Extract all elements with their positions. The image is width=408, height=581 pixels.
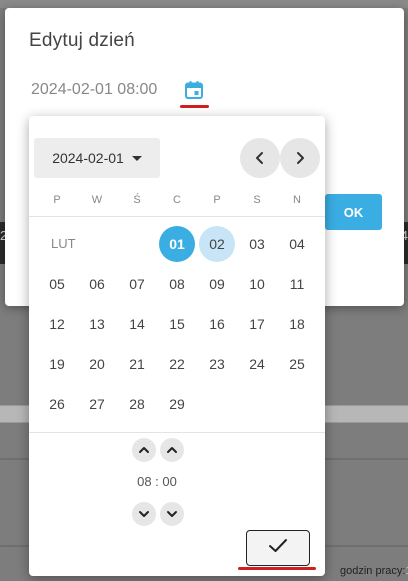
day-cell[interactable]: 28 — [119, 386, 155, 422]
weekday-label: P — [53, 194, 61, 206]
background-header — [0, 0, 408, 8]
day-cell[interactable]: 29 — [159, 386, 195, 422]
chevron-right-icon[interactable] — [280, 138, 320, 178]
day-cell[interactable]: 14 — [119, 306, 155, 342]
status-label: godzin pracy: — [340, 565, 406, 577]
day-cell[interactable]: 01 — [159, 226, 195, 262]
weekday-label: S — [253, 194, 261, 206]
weekday-label: N — [293, 194, 301, 206]
dialog-title: Edytuj dzień — [29, 30, 135, 51]
background-status: godzin pracy:134 — [340, 565, 408, 577]
divider — [29, 432, 325, 433]
weekday-label: Ś — [133, 194, 141, 206]
day-cell[interactable]: 05 — [39, 266, 75, 302]
day-cell[interactable]: 07 — [119, 266, 155, 302]
chevron-left-icon[interactable] — [240, 138, 280, 178]
day-cell[interactable]: 09 — [199, 266, 235, 302]
calendar-icon[interactable] — [179, 76, 209, 104]
confirm-button[interactable] — [246, 530, 310, 566]
day-cell[interactable]: 17 — [239, 306, 275, 342]
caret-down-icon — [131, 155, 142, 161]
day-cell[interactable]: 18 — [279, 306, 315, 342]
month-select[interactable]: 2024-02-01 — [34, 138, 160, 178]
day-cell[interactable]: 12 — [39, 306, 75, 342]
day-cell[interactable]: 03 — [239, 226, 275, 262]
day-cell[interactable]: 10 — [239, 266, 275, 302]
day-cell[interactable]: 15 — [159, 306, 195, 342]
day-cell[interactable]: 04 — [279, 226, 315, 262]
check-icon — [268, 538, 288, 559]
day-cell[interactable]: 23 — [199, 346, 235, 382]
day-cell[interactable]: 19 — [39, 346, 75, 382]
day-cell[interactable]: 22 — [159, 346, 195, 382]
weekday-label: C — [173, 194, 181, 206]
chevron-up-icon[interactable] — [132, 438, 156, 462]
divider — [29, 216, 325, 217]
time-value: 08 : 00 — [137, 474, 177, 489]
datetime-field[interactable]: 2024-02-01 08:00 — [31, 81, 157, 99]
day-cell[interactable]: 06 — [79, 266, 115, 302]
day-cell[interactable]: 25 — [279, 346, 315, 382]
annotation-underline — [180, 105, 209, 108]
day-cell[interactable]: 13 — [79, 306, 115, 342]
chevron-down-icon[interactable] — [132, 502, 156, 526]
day-cell[interactable]: 16 — [199, 306, 235, 342]
day-cell[interactable]: 02 — [199, 226, 235, 262]
chevron-down-icon[interactable] — [160, 502, 184, 526]
month-label: LUT — [51, 236, 76, 251]
day-cell[interactable]: 11 — [279, 266, 315, 302]
ok-button[interactable]: OK — [325, 194, 382, 230]
datetime-picker: 2024-02-01 P W Ś C P S N LUT 01 02 03 04 05 0… — [29, 116, 325, 576]
weekday-header: P W Ś C P S N — [29, 194, 325, 210]
day-cell[interactable]: 27 — [79, 386, 115, 422]
chevron-up-icon[interactable] — [160, 438, 184, 462]
month-select-label: 2024-02-01 — [52, 150, 124, 166]
day-cell[interactable]: 21 — [119, 346, 155, 382]
day-cell[interactable]: 26 — [39, 386, 75, 422]
annotation-underline — [238, 567, 316, 570]
day-cell[interactable]: 24 — [239, 346, 275, 382]
weekday-label: P — [213, 194, 221, 206]
weekday-label: W — [91, 194, 103, 206]
day-cell[interactable]: 08 — [159, 266, 195, 302]
day-cell[interactable]: 20 — [79, 346, 115, 382]
